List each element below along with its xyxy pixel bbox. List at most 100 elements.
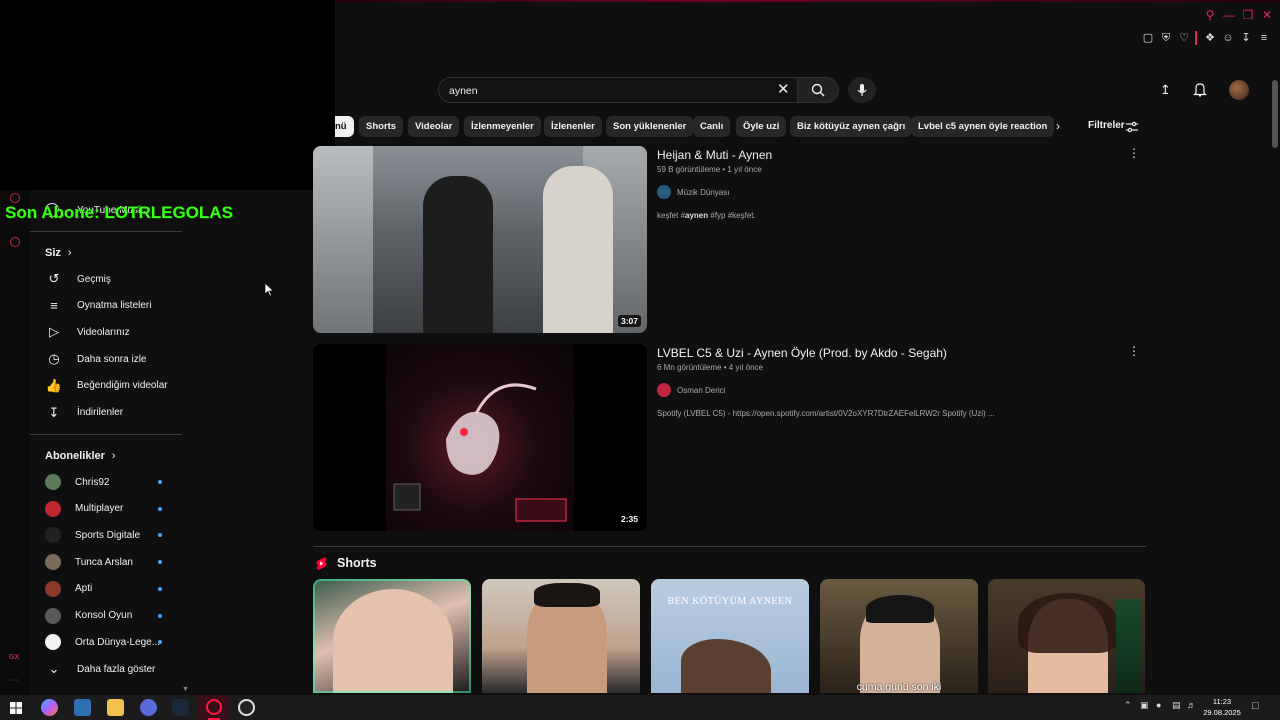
taskbar-clock[interactable]: 11:23 29.08.2025 (1202, 696, 1242, 718)
thumbnail-building (313, 146, 373, 333)
steam-icon[interactable] (172, 699, 189, 716)
copilot-icon[interactable] (41, 699, 58, 716)
search-icon (811, 83, 825, 97)
new-content-dot (158, 640, 162, 645)
show-more-button[interactable]: ⌄ Daha fazla göster (45, 656, 156, 682)
section-subscriptions[interactable]: Abonelikler › (45, 450, 116, 462)
filter-chip[interactable]: Lvbel c5 aynen öyle reaction (911, 116, 1055, 137)
search-input[interactable] (449, 83, 769, 98)
channel-name: Müzik Dünyası (677, 187, 730, 197)
sidebar-scroll-arrow-icon[interactable]: ▼ (182, 686, 189, 693)
tray-chevron-up-icon[interactable]: ⌃ (1124, 700, 1132, 711)
sidebar-item-download[interactable]: ↧ İndirilenler (45, 400, 124, 426)
stream-more-icon: ⋯ (10, 675, 19, 685)
subscription-item[interactable]: Multiplayer (45, 496, 123, 522)
filter-chip[interactable]: Biz kötüyüz aynen çağrı (790, 116, 913, 137)
filter-chip[interactable]: Videolar (408, 116, 460, 137)
sidebar-item-your-videos[interactable]: ▷ Videolarınız (45, 319, 130, 345)
download-icon[interactable]: ↧ (1239, 31, 1253, 45)
video-description: keşfet #aynen #fyp #keşfet. (657, 211, 756, 220)
snapshot-icon[interactable]: ▢ (1141, 31, 1155, 45)
channel-link[interactable]: Müzik Dünyası (657, 185, 729, 199)
filters-button[interactable]: Filtreler (1088, 120, 1125, 131)
extensions-icon[interactable]: ❖ (1203, 31, 1217, 45)
filter-chip[interactable]: Son yüklenenler (606, 116, 694, 137)
section-divider (313, 546, 1146, 547)
history-icon: ↺ (48, 271, 60, 286)
short-thumbnail[interactable] (988, 579, 1145, 693)
new-content-dot (158, 586, 162, 591)
sidebar-divider (30, 231, 182, 232)
taskbar-active-app[interactable] (198, 695, 230, 720)
search-tabs-icon[interactable]: ⚲ (1203, 8, 1217, 22)
maximize-icon[interactable]: ❐ (1241, 8, 1255, 22)
search-button[interactable] (797, 77, 839, 103)
subscription-item[interactable]: Chris92 (45, 469, 109, 495)
file-explorer-icon[interactable] (107, 699, 124, 716)
thumbnail-artwork (386, 344, 574, 531)
subscription-item[interactable]: Konsol Oyun (45, 603, 132, 629)
tray-network-icon[interactable]: ▤ (1172, 700, 1181, 711)
tray-volume-icon[interactable]: ♬ (1187, 700, 1196, 710)
minimize-icon[interactable]: — (1222, 8, 1236, 22)
video-title[interactable]: LVBEL C5 & Uzi - Aynen Öyle (Prod. by Ak… (657, 346, 947, 360)
subscription-item[interactable]: Orta Dünya-Lege... (45, 629, 160, 655)
chevron-right-icon: › (67, 247, 72, 259)
filter-chip[interactable]: Canlı (693, 116, 731, 137)
notifications-icon[interactable] (1193, 82, 1207, 102)
thumbnail-person (423, 176, 493, 333)
calculator-icon[interactable] (74, 699, 91, 716)
tray-device-icon[interactable]: ▣ (1140, 700, 1149, 711)
close-window-icon[interactable]: ✕ (1260, 8, 1274, 22)
sidebar-item-watch-later[interactable]: ◷ Daha sonra izle (45, 346, 146, 372)
channel-name: Osman Derici (677, 385, 726, 395)
subscription-item[interactable]: Apti (45, 576, 92, 602)
video-title[interactable]: Heijan & Muti - Aynen (657, 148, 772, 162)
notification-center-icon[interactable]: □ (1252, 700, 1259, 712)
playlist-icon: ≡ (50, 298, 58, 314)
short-thumbnail[interactable]: BEN KÖTÜYÜM AYNEEN (651, 579, 809, 693)
subscription-item[interactable]: Sports Digitale (45, 522, 140, 548)
sidebar-item-thumbs-up[interactable]: 👍 Beğendiğim videolar (45, 373, 168, 399)
sidebar-item-history[interactable]: ↺ Geçmiş (45, 266, 111, 292)
search-box[interactable]: ✕ (438, 77, 798, 103)
short-thumbnail[interactable]: cuma günü son iki (820, 579, 978, 693)
shorts-section-title: Shorts (337, 556, 377, 570)
short-hair (1018, 593, 1118, 653)
windows-start-icon[interactable] (10, 701, 22, 719)
channel-link[interactable]: Osman Derici (657, 383, 725, 397)
more-options-icon[interactable]: ⋮ (1128, 146, 1140, 160)
filter-chip[interactable]: Öyle uzi (736, 116, 787, 137)
heart-icon[interactable]: ♡ (1177, 31, 1191, 45)
sidebar-item-label: Beğendiğim videolar (77, 380, 168, 392)
video-thumbnail[interactable]: 2:35 (313, 344, 647, 531)
menu-icon[interactable]: ≡ (1257, 31, 1271, 45)
section-you[interactable]: Siz › (45, 247, 72, 259)
obs-icon[interactable] (238, 699, 255, 716)
filter-chip[interactable]: İzlenenler (544, 116, 602, 137)
watch-later-icon: ◷ (48, 351, 60, 367)
voice-search-button[interactable] (848, 77, 876, 103)
new-content-dot (158, 613, 162, 618)
short-thumbnail[interactable] (482, 579, 640, 693)
more-options-icon[interactable]: ⋮ (1128, 344, 1140, 358)
sidebar-item-playlist[interactable]: ≡ Oynatma listeleri (45, 293, 151, 319)
shield-icon[interactable]: ⛨ (1159, 31, 1173, 45)
filter-chip[interactable]: İzlenmeyenler (464, 116, 541, 137)
video-thumbnail[interactable]: 3:07 (313, 146, 647, 333)
chevron-right-icon[interactable]: › (1056, 119, 1060, 133)
filter-chip[interactable]: Shorts (359, 116, 404, 137)
sidebar-divider (30, 434, 182, 435)
filter-chip[interactable]: nü (335, 116, 354, 137)
tray-mic-icon[interactable]: ● (1156, 700, 1161, 710)
stream-clock-icon (10, 193, 20, 203)
page-scrollbar[interactable] (1272, 80, 1278, 148)
clear-search-icon[interactable]: ✕ (777, 81, 790, 99)
short-thumbnail[interactable] (313, 579, 471, 693)
upload-icon[interactable]: ↥ (1160, 82, 1171, 98)
subscription-item[interactable]: Tunca Arslan (45, 549, 133, 575)
app-icon[interactable] (140, 699, 157, 716)
avatar[interactable] (1229, 80, 1249, 100)
mouse-cursor-icon (265, 283, 274, 297)
account-icon[interactable]: ☺ (1221, 31, 1235, 45)
